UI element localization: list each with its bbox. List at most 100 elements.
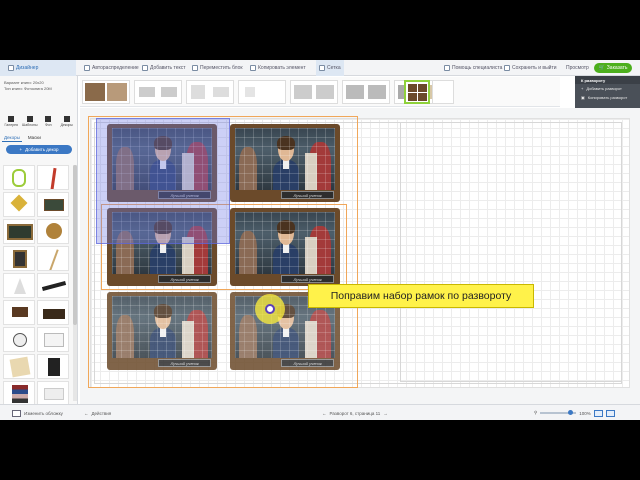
decor-item-desk[interactable] — [3, 300, 35, 325]
gallery-icon — [8, 116, 15, 122]
photo-caption: Лучший ученик — [281, 359, 334, 367]
next-page-icon[interactable]: → — [383, 411, 388, 416]
background-icon — [45, 116, 52, 122]
templates-icon — [26, 116, 33, 122]
decor-item-clock[interactable] — [3, 327, 35, 352]
preview-button[interactable]: Просмотр — [566, 60, 589, 76]
decor-item-stick[interactable] — [37, 246, 69, 271]
designer-tab[interactable]: Дизайнер — [0, 60, 76, 76]
spread-thumb-current[interactable] — [404, 80, 430, 104]
text-icon — [142, 65, 148, 71]
plus-icon: + — [19, 147, 23, 152]
photo-image — [235, 212, 335, 274]
zoom-icon: ⚲ — [534, 410, 538, 415]
plus-icon: + — [581, 86, 584, 91]
change-cover-button[interactable]: Изменить обложку — [12, 405, 63, 420]
decor-item-tools[interactable] — [37, 273, 69, 298]
photo-frame-4[interactable]: Лучший ученик — [230, 208, 340, 286]
decor-item-books[interactable] — [3, 381, 35, 406]
photo-image — [235, 128, 335, 190]
photo-caption: Лучший ученик — [281, 191, 334, 199]
single-view-button[interactable] — [593, 409, 603, 417]
decor-scrollbar[interactable] — [73, 165, 77, 401]
spread-thumb-cover[interactable] — [82, 80, 130, 104]
decor-item-globe[interactable] — [37, 219, 69, 244]
decor-gallery: School — [3, 165, 71, 420]
decor-item-slate[interactable] — [3, 246, 35, 271]
photo-image — [112, 296, 212, 358]
spread-thumb-4[interactable] — [290, 80, 338, 104]
spread-menu: К развороту + Добавить разворот ▣ Копирова… — [575, 76, 640, 112]
decor-item-desk-chair[interactable] — [37, 300, 69, 325]
grid-toggle-button[interactable]: Сетка — [316, 60, 344, 76]
top-toolbar: Дизайнер Автораспределение Добавить текс… — [0, 60, 640, 76]
mouse-cursor-highlight — [255, 294, 285, 324]
bottom-bar: Изменить обложку ← Действия ← Разворот 6… — [0, 404, 640, 420]
prev-page-icon[interactable]: ← — [322, 411, 327, 416]
zoom-slider[interactable] — [540, 410, 577, 415]
help-icon — [444, 65, 450, 71]
copy-spread-item[interactable]: ▣ Копировать разворот — [575, 93, 640, 101]
panel-tools: Галерея Шаблоны Фон Декоры — [2, 114, 76, 132]
cart-icon: 🛒 — [598, 65, 605, 71]
copy-icon — [250, 65, 256, 71]
spread-thumb-empty[interactable] — [432, 80, 454, 104]
zoom-control[interactable]: ⚲ 100% — [534, 405, 615, 420]
decor-item-pencil[interactable] — [37, 165, 69, 190]
decor-item-sign[interactable] — [3, 192, 35, 217]
decor-item-papers[interactable] — [37, 327, 69, 352]
order-button[interactable]: 🛒 Заказать — [594, 63, 632, 73]
add-decor-button[interactable]: + Добавить декор — [6, 145, 72, 154]
grid-icon — [319, 65, 325, 71]
move-icon — [192, 65, 198, 71]
spread-thumb-2[interactable] — [186, 80, 234, 104]
add-text-button[interactable]: Добавить текст — [142, 60, 186, 76]
spread-thumb-1[interactable] — [134, 80, 182, 104]
copy-element-button[interactable]: Копировать элемент — [250, 60, 306, 76]
book-type: Тип книги: Фотокнига 20М — [4, 86, 52, 91]
decor-item-book[interactable] — [37, 354, 69, 379]
decor-tool[interactable]: Декоры — [58, 114, 75, 132]
left-panel: Вариант книги: 20х20 Тип книги: Фотокниг… — [0, 76, 78, 420]
add-spread-item[interactable]: + Добавить разворот — [575, 84, 640, 93]
decor-item-notes[interactable] — [3, 354, 35, 379]
gallery-tool[interactable]: Галерея — [3, 114, 20, 132]
photo-frame-2[interactable]: Лучший ученик — [230, 124, 340, 202]
decor-item-cone[interactable] — [3, 273, 35, 298]
spread-menu-title: К развороту — [575, 76, 640, 84]
copy-icon: ▣ — [581, 94, 585, 100]
auto-distribute-button[interactable]: Автораспределение — [84, 60, 139, 76]
templates-tool[interactable]: Шаблоны — [21, 114, 38, 132]
actions-button[interactable]: ← Действия — [84, 405, 111, 420]
spread-thumb-5[interactable] — [342, 80, 390, 104]
app-window: Дизайнер Автораспределение Добавить текс… — [0, 60, 640, 420]
save-icon — [504, 65, 510, 71]
photo-caption: Лучший ученик — [158, 359, 211, 367]
tab-decors[interactable]: Декоры — [2, 134, 22, 142]
book-variant: Вариант книги: 20х20 — [4, 80, 44, 85]
decor-item-board[interactable] — [37, 192, 69, 217]
spread-strip — [80, 77, 560, 107]
spread-canvas[interactable]: Лучший ученик Лучший ученик Лучший учени… — [80, 108, 640, 404]
decor-icon — [63, 116, 70, 122]
cursor-icon — [265, 304, 275, 314]
decor-item-paperclip[interactable] — [3, 165, 35, 190]
tutorial-tooltip: Поправим набор рамок по развороту — [308, 284, 534, 308]
decor-item-blackboard[interactable] — [3, 219, 35, 244]
spread-thumb-3[interactable] — [238, 80, 286, 104]
photo-caption: Лучший ученик — [281, 275, 334, 283]
move-block-button[interactable]: Переместить блок — [192, 60, 243, 76]
spread-view-button[interactable] — [605, 409, 615, 417]
drag-selection — [96, 118, 230, 244]
photo-frame-5[interactable]: Лучший ученик — [107, 292, 217, 370]
help-button[interactable]: Помощь специалиста — [444, 60, 502, 76]
photo-caption: Лучший ученик — [158, 275, 211, 283]
cover-icon — [12, 409, 21, 417]
decor-item-papers-stack[interactable] — [37, 381, 69, 406]
decor-tabs: Декоры Маски — [2, 134, 76, 142]
page-navigator[interactable]: ← Разворот 6, страница 11 → — [322, 405, 388, 420]
save-exit-button[interactable]: Сохранить и выйти — [504, 60, 557, 76]
tab-masks[interactable]: Маски — [26, 134, 43, 142]
background-tool[interactable]: Фон — [40, 114, 57, 132]
designer-icon — [8, 65, 14, 71]
